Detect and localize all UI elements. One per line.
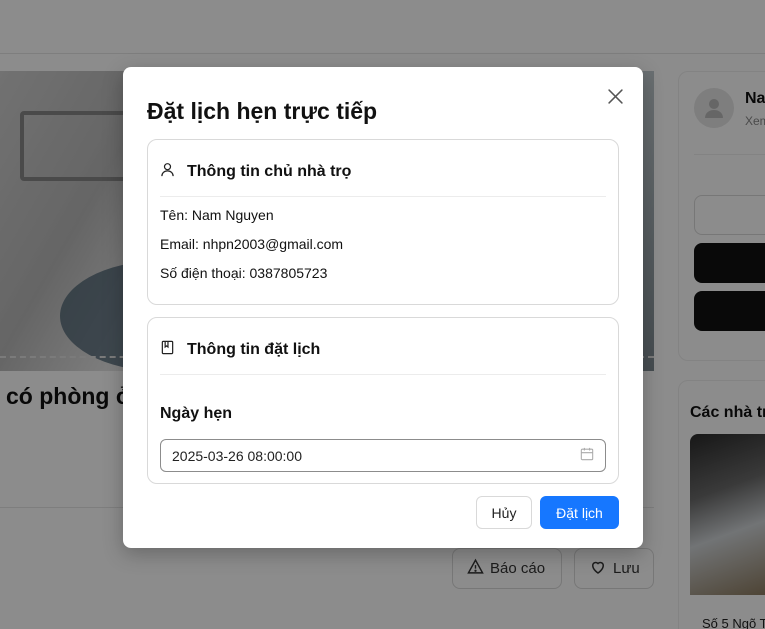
owner-section-title: Thông tin chủ nhà trọ: [187, 163, 352, 180]
divider: [160, 374, 606, 375]
date-label: Ngày hẹn: [160, 405, 233, 422]
calendar-icon[interactable]: [580, 447, 594, 464]
owner-email-line: Email: nhpn2003@gmail.com: [160, 236, 344, 252]
booking-section-title: Thông tin đặt lịch: [187, 341, 321, 358]
date-picker-input[interactable]: 2025-03-26 08:00:00: [160, 439, 606, 472]
user-icon: [160, 162, 175, 182]
owner-info-section: Thông tin chủ nhà trọ Tên: Nam Nguyen Em…: [147, 139, 619, 305]
close-icon: [607, 88, 623, 104]
owner-name-line: Tên: Nam Nguyen: [160, 207, 274, 223]
divider: [160, 196, 606, 197]
cancel-button[interactable]: Hủy: [476, 496, 532, 529]
booking-info-section: Thông tin đặt lịch Ngày hẹn 2025-03-26 0…: [147, 317, 619, 484]
modal-title: Đặt lịch hẹn trực tiếp: [147, 98, 378, 124]
booking-modal: Đặt lịch hẹn trực tiếp Thông tin chủ nhà…: [123, 67, 643, 548]
date-value: 2025-03-26 08:00:00: [172, 447, 302, 464]
close-button[interactable]: [603, 84, 627, 108]
book-icon: [160, 340, 175, 360]
owner-phone-line: Số điện thoại: 0387805723: [160, 265, 328, 281]
book-appointment-button[interactable]: Đặt lịch: [540, 496, 619, 529]
